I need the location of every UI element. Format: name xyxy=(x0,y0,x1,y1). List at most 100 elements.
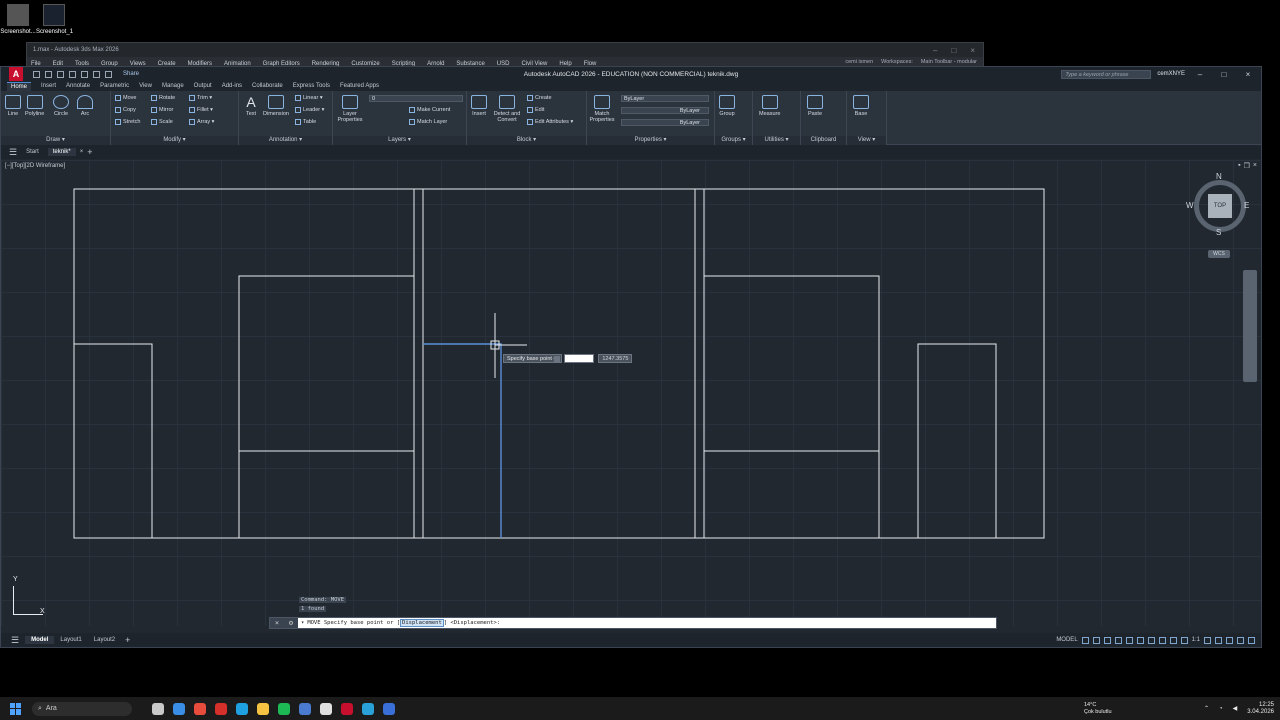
dynamic-options-icon[interactable] xyxy=(554,355,561,362)
redo-icon[interactable] xyxy=(105,70,112,78)
units-icon[interactable] xyxy=(1215,636,1222,644)
dynamic-input-field[interactable] xyxy=(564,354,595,363)
linetype-select[interactable]: ByLayer xyxy=(621,107,709,114)
tab-view[interactable]: View xyxy=(139,83,152,89)
tab-output[interactable]: Output xyxy=(194,83,212,89)
customization-icon[interactable] xyxy=(1248,636,1255,644)
match-properties-button[interactable]: Match Properties xyxy=(589,95,615,123)
layer-select[interactable]: 0 xyxy=(369,95,463,102)
taskbar-app-icon-3[interactable] xyxy=(194,702,206,715)
ortho-icon[interactable] xyxy=(1103,636,1111,644)
compass-north[interactable]: N xyxy=(1216,172,1222,181)
copy-button[interactable]: Copy xyxy=(115,107,136,113)
taskbar-app-icon-5[interactable] xyxy=(236,702,248,715)
command-line[interactable]: × ⚙ ▾ MOVE Specify base point or [ Displ… xyxy=(269,617,997,629)
trim-button[interactable]: Trim ▾ xyxy=(189,95,212,101)
open-icon[interactable] xyxy=(45,70,52,78)
command-dropdown-icon[interactable]: ▾ xyxy=(301,620,304,626)
move-button[interactable]: Move xyxy=(115,95,136,101)
grid-icon[interactable] xyxy=(1081,636,1089,644)
scale-button[interactable]: Scale xyxy=(151,119,173,125)
line-button[interactable]: Line xyxy=(5,95,21,117)
text-button[interactable]: A Text xyxy=(243,95,259,117)
stretch-button[interactable]: Stretch xyxy=(115,119,140,125)
new-icon[interactable] xyxy=(33,70,40,78)
clock[interactable]: 12:25 3.04.2026 xyxy=(1247,702,1274,716)
polar-icon[interactable] xyxy=(1114,636,1122,644)
circle-button[interactable]: Circle xyxy=(53,95,69,117)
taskbar-app-icon-4[interactable] xyxy=(215,702,227,715)
edit-block-button[interactable]: Edit xyxy=(527,107,544,113)
search-input[interactable]: Type a keyword or phrase xyxy=(1061,69,1152,79)
array-button[interactable]: Array ▾ xyxy=(189,119,214,125)
match-layer-button[interactable]: Match Layer xyxy=(409,119,447,125)
tab-manage[interactable]: Manage xyxy=(162,83,184,89)
panel-properties-title[interactable]: Properties ▾ xyxy=(587,136,714,145)
max-user[interactable]: cemi ismen xyxy=(845,59,873,65)
edit-attributes-button[interactable]: Edit Attributes ▾ xyxy=(527,119,573,125)
taskbar-app-icon-8[interactable] xyxy=(299,702,311,715)
create-block-button[interactable]: Create xyxy=(527,95,552,101)
add-layout-icon[interactable]: + xyxy=(125,635,130,645)
layout-menu-icon[interactable]: ☰ xyxy=(11,635,19,646)
option-displacement[interactable]: Displacement xyxy=(400,619,444,627)
viewcube-top-face[interactable]: TOP xyxy=(1208,194,1232,218)
lineweight-select[interactable]: ByLayer xyxy=(621,119,709,126)
close-tab-icon[interactable]: × xyxy=(80,149,84,155)
panel-block-title[interactable]: Block ▾ xyxy=(467,136,586,145)
snap-icon[interactable] xyxy=(1092,636,1100,644)
linear-button[interactable]: Linear ▾ xyxy=(295,95,323,101)
selection-cycling-icon[interactable] xyxy=(1169,636,1177,644)
arc-button[interactable]: Arc xyxy=(77,95,93,117)
taskbar-app-icon-6[interactable] xyxy=(257,702,269,715)
close-icon[interactable]: × xyxy=(970,46,975,55)
clean-screen-icon[interactable] xyxy=(1237,636,1244,644)
customize-icon[interactable]: ⚙ xyxy=(289,619,293,627)
close-command-line-icon[interactable]: × xyxy=(275,619,279,627)
layout-tab-layout1[interactable]: Layout1 xyxy=(54,636,87,644)
file-tab-start[interactable]: Start xyxy=(21,148,44,156)
detect-convert-button[interactable]: Detect and Convert xyxy=(491,95,523,123)
workspace-select[interactable]: Main Toolbar - modular xyxy=(921,59,977,65)
undo-icon[interactable] xyxy=(93,70,100,78)
paste-button[interactable]: Paste xyxy=(807,95,823,117)
polyline-button[interactable]: Polyline xyxy=(25,95,44,117)
windows-start-icon[interactable] xyxy=(10,702,22,715)
settings-gear-icon[interactable] xyxy=(1204,636,1211,644)
fillet-button[interactable]: Fillet ▾ xyxy=(189,107,213,113)
panel-annotation-title[interactable]: Annotation ▾ xyxy=(239,136,332,145)
tab-collaborate[interactable]: Collaborate xyxy=(252,83,283,89)
autocad-window[interactable]: A Share Autodesk AutoCAD 2026 - EDUCATIO… xyxy=(0,66,1262,648)
minimize-icon[interactable]: – xyxy=(1191,70,1209,79)
taskbar-app-icon-11[interactable] xyxy=(362,702,374,715)
network-icon[interactable]: ◔ xyxy=(1219,706,1223,712)
minimize-icon[interactable]: – xyxy=(933,46,937,55)
layout-tab-layout2[interactable]: Layout2 xyxy=(88,636,121,644)
taskbar-app-icon-9[interactable] xyxy=(320,702,332,715)
tab-home[interactable]: Home xyxy=(7,81,32,91)
desktop-icon-screenshot-1[interactable]: Screenshot_1 xyxy=(36,4,73,35)
compass-west[interactable]: W xyxy=(1186,201,1194,210)
new-tab-icon[interactable]: + xyxy=(87,147,92,157)
tab-express-tools[interactable]: Express Tools xyxy=(293,83,330,89)
plot-icon[interactable] xyxy=(81,70,88,78)
file-tab-teknik[interactable]: teknik* xyxy=(47,148,76,156)
taskbar-search[interactable]: ⌕ Ara xyxy=(32,701,132,716)
model-space-toggle[interactable]: MODEL xyxy=(1056,637,1077,643)
panel-draw-title[interactable]: Draw ▾ xyxy=(1,136,110,145)
navigation-bar[interactable] xyxy=(1243,270,1257,382)
otrack-icon[interactable] xyxy=(1136,636,1144,644)
layer-properties-button[interactable]: Layer Properties xyxy=(337,95,363,123)
group-button[interactable]: Group xyxy=(719,95,735,117)
rotate-button[interactable]: Rotate xyxy=(151,95,175,101)
app-menu-icon[interactable]: ☰ xyxy=(9,147,17,158)
insert-button[interactable]: Insert xyxy=(471,95,487,117)
table-button[interactable]: Table xyxy=(295,119,316,125)
transparency-icon[interactable] xyxy=(1158,636,1166,644)
panel-utilities-title[interactable]: Utilities ▾ xyxy=(753,136,800,145)
tab-featured-apps[interactable]: Featured Apps xyxy=(340,83,379,89)
lineweight-icon[interactable] xyxy=(1147,636,1155,644)
isolate-icon[interactable] xyxy=(1226,636,1233,644)
taskbar-app-icon-7[interactable] xyxy=(278,702,290,715)
make-current-button[interactable]: Make Current xyxy=(409,107,450,113)
